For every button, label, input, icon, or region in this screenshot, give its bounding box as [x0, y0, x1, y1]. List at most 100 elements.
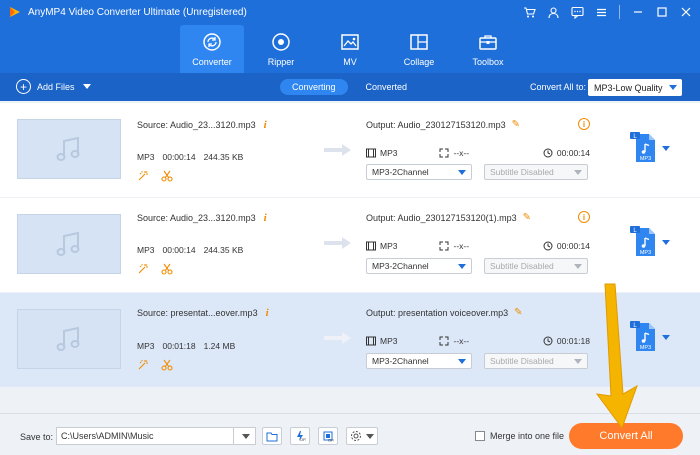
- source-size: 1.24 MB: [203, 341, 236, 351]
- chevron-down-icon: [366, 433, 374, 439]
- toolbar: + Add Files Converting Converted Convert…: [0, 73, 700, 101]
- tab-label: Collage: [403, 57, 435, 67]
- file-thumbnail[interactable]: [17, 309, 121, 369]
- output-name: Output: presentation voiceover.mp3: [366, 307, 509, 318]
- minimize-icon[interactable]: [630, 4, 646, 20]
- format-chevron-down-icon[interactable]: [662, 335, 670, 340]
- menu-icon[interactable]: [593, 4, 609, 20]
- tab-mv[interactable]: MV: [318, 25, 382, 73]
- file-thumbnail[interactable]: [17, 119, 121, 179]
- magic-wand-icon[interactable]: [137, 263, 149, 275]
- channel-select-value: MP3-2Channel: [372, 167, 429, 177]
- channel-select[interactable]: MP3-2Channel: [366, 164, 472, 180]
- file-row[interactable]: Source: Audio_23...3120.mp3 i MP3 00:00:…: [0, 198, 700, 292]
- output-name: Output: Audio_230127153120.mp3: [366, 119, 506, 130]
- output-line: Output: Audio_230127153120(1).mp3 ✎: [366, 212, 531, 223]
- info-icon[interactable]: i: [264, 119, 267, 131]
- convert-all-to-label: Convert All to:: [530, 82, 587, 92]
- chevron-down-icon: [669, 85, 677, 90]
- settings-button[interactable]: [346, 427, 378, 445]
- app-header: AnyMP4 Video Converter Ultimate (Unregis…: [0, 0, 700, 73]
- output-meta: MP3 --x-- 00:00:14: [366, 241, 590, 251]
- convert-all-button[interactable]: Convert All: [569, 423, 683, 449]
- file-row[interactable]: Source: presentat...eover.mp3 i MP3 00:0…: [0, 293, 700, 387]
- feedback-icon[interactable]: [569, 4, 585, 20]
- add-files-button[interactable]: + Add Files: [16, 79, 91, 94]
- channel-select[interactable]: MP3-2Channel: [366, 353, 472, 369]
- save-path-dropdown[interactable]: [233, 428, 255, 444]
- channel-select-value: MP3-2Channel: [372, 261, 429, 271]
- folder-icon[interactable]: [262, 427, 282, 445]
- save-path-select[interactable]: C:\Users\ADMIN\Music: [56, 427, 256, 445]
- film-icon: [366, 336, 376, 346]
- mode-tabs: Converting Converted: [280, 79, 419, 95]
- toolbox-icon: [479, 35, 497, 50]
- file-thumbnail[interactable]: [17, 214, 121, 274]
- mp3-format-icon[interactable]: LMP3: [628, 319, 658, 353]
- edit-icon[interactable]: ✎: [523, 212, 531, 223]
- music-note-icon: [56, 231, 80, 256]
- subtitle-select-value: Subtitle Disabled: [490, 261, 554, 271]
- tab-collage[interactable]: Collage: [387, 25, 451, 73]
- source-format: MP3: [137, 152, 155, 162]
- mv-icon: [341, 34, 359, 50]
- checkbox[interactable]: [475, 431, 485, 441]
- source-size: 244.35 KB: [203, 152, 244, 162]
- source-line: Source: Audio_23...3120.mp3 i: [137, 212, 267, 224]
- close-icon[interactable]: [678, 4, 694, 20]
- channel-select[interactable]: MP3-2Channel: [366, 258, 472, 274]
- channel-select-value: MP3-2Channel: [372, 356, 429, 366]
- tab-converting[interactable]: Converting: [280, 79, 348, 95]
- output-name: Output: Audio_230127153120(1).mp3: [366, 212, 517, 223]
- magic-wand-icon[interactable]: [137, 359, 149, 371]
- clock-icon: [543, 336, 553, 346]
- subtitle-select[interactable]: Subtitle Disabled: [484, 353, 588, 369]
- output-info-icon[interactable]: i: [578, 211, 590, 223]
- edit-icon[interactable]: ✎: [514, 307, 522, 318]
- output-format: MP3: [380, 148, 398, 158]
- tab-converted[interactable]: Converted: [354, 79, 420, 95]
- merge-label: Merge into one file: [490, 431, 565, 441]
- magic-wand-icon[interactable]: [137, 170, 149, 182]
- bottom-bar: Save to: C:\Users\ADMIN\Music OFF OFF Me…: [0, 413, 700, 455]
- save-to-label: Save to:: [20, 432, 54, 442]
- chevron-down-icon: [458, 170, 466, 175]
- cart-icon[interactable]: [521, 4, 537, 20]
- source-name: Source: Audio_23...3120.mp3: [137, 120, 256, 130]
- source-line: Source: presentat...eover.mp3 i: [137, 307, 269, 319]
- mp3-format-icon[interactable]: LMP3: [628, 130, 658, 164]
- file-row[interactable]: Source: Audio_23...3120.mp3 i MP3 00:00:…: [0, 103, 700, 197]
- scissors-icon[interactable]: [161, 263, 173, 275]
- subtitle-select-value: Subtitle Disabled: [490, 356, 554, 366]
- format-chevron-down-icon[interactable]: [662, 146, 670, 151]
- svg-text:MP3: MP3: [640, 250, 651, 256]
- svg-text:OFF: OFF: [300, 437, 306, 442]
- mp3-format-icon[interactable]: LMP3: [628, 224, 658, 258]
- format-chevron-down-icon[interactable]: [662, 240, 670, 245]
- maximize-icon[interactable]: [654, 4, 670, 20]
- subtitle-select-value: Subtitle Disabled: [490, 167, 554, 177]
- tab-ripper[interactable]: Ripper: [249, 25, 313, 73]
- scissors-icon[interactable]: [161, 170, 173, 182]
- convert-all-format-select[interactable]: MP3-Low Quality: [588, 79, 682, 96]
- chevron-down-icon[interactable]: [82, 84, 91, 89]
- output-duration: 00:00:14: [556, 148, 590, 158]
- scissors-icon[interactable]: [161, 359, 173, 371]
- output-info-icon[interactable]: i: [578, 118, 590, 130]
- subtitle-select[interactable]: Subtitle Disabled: [484, 164, 588, 180]
- gpu-off-icon[interactable]: OFF: [318, 427, 338, 445]
- output-resolution: --x--: [453, 148, 470, 158]
- user-icon[interactable]: [545, 4, 561, 20]
- hardware-accel-off-icon[interactable]: OFF: [290, 427, 310, 445]
- info-icon[interactable]: i: [266, 307, 269, 319]
- tab-toolbox[interactable]: Toolbox: [456, 25, 520, 73]
- tab-converter[interactable]: Converter: [180, 25, 244, 73]
- converter-icon: [203, 33, 221, 51]
- source-duration: 00:01:18: [162, 341, 196, 351]
- edit-icon[interactable]: ✎: [512, 119, 520, 130]
- subtitle-select[interactable]: Subtitle Disabled: [484, 258, 588, 274]
- info-icon[interactable]: i: [264, 212, 267, 224]
- chevron-down-icon: [574, 264, 582, 269]
- merge-checkbox[interactable]: Merge into one file: [475, 431, 564, 441]
- tab-label: Converter: [192, 57, 232, 67]
